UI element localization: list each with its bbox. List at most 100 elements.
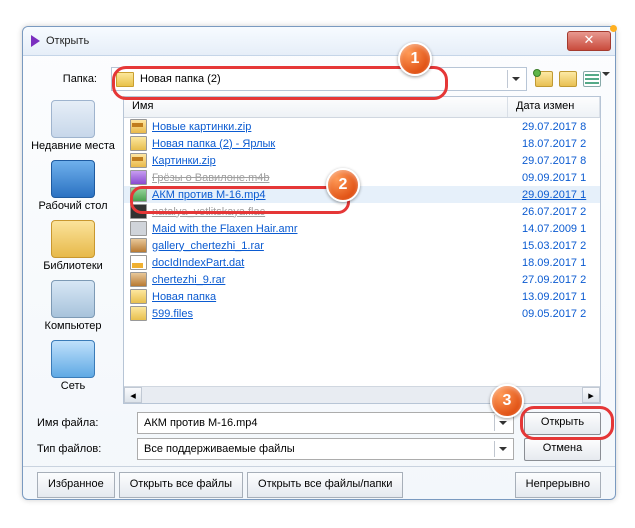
fold-icon <box>130 306 147 321</box>
bottom-buttons: Избранное Открыть все файлы Открыть все … <box>23 466 615 503</box>
up-folder-icon[interactable] <box>535 71 553 87</box>
place-label: Сеть <box>51 380 95 392</box>
col-date[interactable]: Дата измен <box>508 97 600 117</box>
file-name[interactable]: Картинки.zip <box>152 155 522 167</box>
folder-icon <box>116 72 134 87</box>
dat-icon <box>130 255 147 270</box>
scroll-right-icon[interactable]: ▸ <box>582 387 600 403</box>
file-date: 09.05.2017 2 <box>522 308 594 320</box>
folder-bar: Папка: Новая папка (2) <box>23 56 615 96</box>
file-name[interactable]: natalya_vetlitskaya.flac <box>152 206 522 218</box>
file-row[interactable]: 599.files09.05.2017 2 <box>124 305 600 322</box>
file-date: 26.07.2017 2 <box>522 206 594 218</box>
rar-icon <box>130 272 147 287</box>
filetype-label: Тип файлов: <box>37 443 127 455</box>
file-name[interactable]: Новая папка (2) - Ярлык <box>152 138 522 150</box>
folder-current: Новая папка (2) <box>140 73 507 85</box>
view-mode-icon[interactable] <box>583 71 601 87</box>
flac-icon <box>130 204 147 219</box>
place-desktop[interactable]: Рабочий стол <box>38 160 107 212</box>
annotation-badge-3: 3 <box>490 384 524 418</box>
place-label: Компьютер <box>45 320 102 332</box>
lnk-icon <box>130 136 147 151</box>
close-icon: ✕ <box>584 32 595 47</box>
file-date: 29.07.2017 8 <box>522 155 594 167</box>
file-row[interactable]: chertezhi_9.rar27.09.2017 2 <box>124 271 600 288</box>
btn-open-all-folders[interactable]: Открыть все файлы/папки <box>247 472 403 498</box>
file-row[interactable]: Новые картинки.zip29.07.2017 8 <box>124 118 600 135</box>
file-row[interactable]: docIdIndexPart.dat18.09.2017 1 <box>124 254 600 271</box>
new-folder-icon[interactable] <box>559 71 577 87</box>
annotation-badge-1: 1 <box>398 42 432 76</box>
filename-value: АКМ против М-16.mp4 <box>144 417 494 429</box>
file-row[interactable]: gallery_chertezhi_1.rar15.03.2017 2 <box>124 237 600 254</box>
file-name[interactable]: Maid with the Flaxen Hair.amr <box>152 223 522 235</box>
file-row[interactable]: natalya_vetlitskaya.flac26.07.2017 2 <box>124 203 600 220</box>
file-date: 29.09.2017 1 <box>522 189 594 201</box>
zip-icon <box>130 153 147 168</box>
amr-icon <box>130 221 147 236</box>
file-date: 15.03.2017 2 <box>522 240 594 252</box>
filetype-dropdown[interactable]: Все поддерживаемые файлы <box>137 438 514 460</box>
file-row[interactable]: Картинки.zip29.07.2017 8 <box>124 152 600 169</box>
annotation-badge-2: 2 <box>326 168 360 202</box>
computer-icon <box>51 280 95 318</box>
app-play-icon <box>31 35 40 47</box>
place-label: Рабочий стол <box>38 200 107 212</box>
col-name[interactable]: Имя <box>124 97 508 117</box>
chevron-down-icon[interactable] <box>494 441 511 457</box>
file-date: 18.09.2017 1 <box>522 257 594 269</box>
btn-favorites[interactable]: Избранное <box>37 472 115 498</box>
dialog-title: Открыть <box>46 35 567 47</box>
recent-icon <box>51 100 95 138</box>
place-libraries[interactable]: Библиотеки <box>43 220 103 272</box>
main-area: Недавние места Рабочий стол Библиотеки К… <box>23 96 615 404</box>
file-row[interactable]: Новая папка13.09.2017 1 <box>124 288 600 305</box>
open-button[interactable]: Открыть <box>524 412 601 435</box>
places-bar: Недавние места Рабочий стол Библиотеки К… <box>23 96 123 404</box>
file-date: 27.09.2017 2 <box>522 274 594 286</box>
place-computer[interactable]: Компьютер <box>45 280 102 332</box>
place-label: Библиотеки <box>43 260 103 272</box>
folder-label: Папка: <box>37 73 103 85</box>
network-icon <box>51 340 95 378</box>
open-dialog: Открыть ✕ Папка: Новая папка (2) Недавни… <box>22 26 616 500</box>
toolbar-icons <box>535 71 601 87</box>
btn-open-all[interactable]: Открыть все файлы <box>119 472 243 498</box>
file-row[interactable]: Новая папка (2) - Ярлык18.07.2017 2 <box>124 135 600 152</box>
btn-continuous[interactable]: Непрерывно <box>515 472 601 498</box>
libraries-icon <box>51 220 95 258</box>
file-date: 13.09.2017 1 <box>522 291 594 303</box>
filename-label: Имя файла: <box>37 417 127 429</box>
titlebar: Открыть ✕ <box>23 27 615 56</box>
list-body[interactable]: Новые картинки.zip29.07.2017 8Новая папк… <box>124 118 600 386</box>
file-date: 18.07.2017 2 <box>522 138 594 150</box>
zip-icon <box>130 119 147 134</box>
file-row[interactable]: Грёзы о Вавилоне.m4b09.09.2017 1 <box>124 169 600 186</box>
place-recent[interactable]: Недавние места <box>31 100 115 152</box>
file-name[interactable]: docIdIndexPart.dat <box>152 257 522 269</box>
file-name[interactable]: chertezhi_9.rar <box>152 274 522 286</box>
place-label: Недавние места <box>31 140 115 152</box>
h-scrollbar[interactable]: ◂ ▸ <box>124 386 600 403</box>
filename-input[interactable]: АКМ против М-16.mp4 <box>137 412 514 434</box>
file-row[interactable]: АКМ против М-16.mp429.09.2017 1 <box>124 186 600 203</box>
place-network[interactable]: Сеть <box>51 340 95 392</box>
cancel-button[interactable]: Отмена <box>524 438 601 461</box>
desktop-icon <box>51 160 95 198</box>
file-date: 09.09.2017 1 <box>522 172 594 184</box>
file-name[interactable]: gallery_chertezhi_1.rar <box>152 240 522 252</box>
list-header: Имя Дата измен <box>124 97 600 118</box>
filetype-row: Тип файлов: Все поддерживаемые файлы Отм… <box>37 436 601 462</box>
folder-dropdown[interactable]: Новая папка (2) <box>111 67 527 91</box>
file-name[interactable]: Новые картинки.zip <box>152 121 522 133</box>
field-area: Имя файла: АКМ против М-16.mp4 Открыть Т… <box>23 404 615 466</box>
file-date: 29.07.2017 8 <box>522 121 594 133</box>
scroll-left-icon[interactable]: ◂ <box>124 387 142 403</box>
file-name[interactable]: Новая папка <box>152 291 522 303</box>
fold-icon <box>130 289 147 304</box>
file-row[interactable]: Maid with the Flaxen Hair.amr14.07.2009 … <box>124 220 600 237</box>
file-list: Имя Дата измен Новые картинки.zip29.07.2… <box>123 96 601 404</box>
file-name[interactable]: 599.files <box>152 308 522 320</box>
close-button[interactable]: ✕ <box>567 31 611 51</box>
